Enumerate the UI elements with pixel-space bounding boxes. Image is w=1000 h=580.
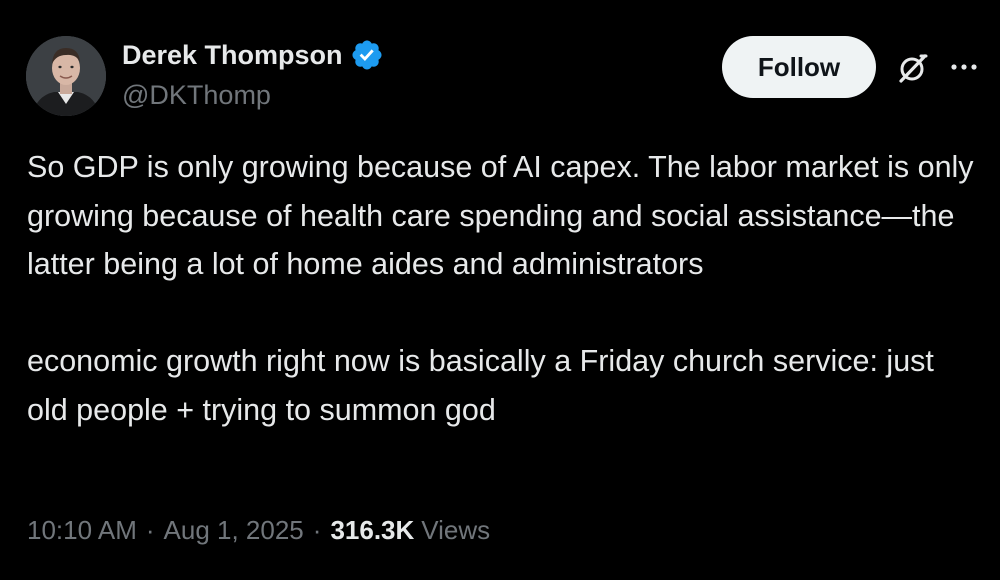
- author-display-name[interactable]: Derek Thompson: [122, 40, 343, 71]
- verified-badge-icon[interactable]: [350, 38, 384, 72]
- grok-icon[interactable]: [895, 50, 931, 86]
- tweet-body: So GDP is only growing because of AI cap…: [27, 143, 977, 434]
- tweet-date[interactable]: Aug 1, 2025: [164, 515, 304, 546]
- tweet-card: Derek Thompson @DKThomp Follow So GDP is…: [0, 0, 1000, 580]
- avatar-photo: [26, 36, 106, 116]
- follow-button[interactable]: Follow: [722, 36, 876, 98]
- author-handle[interactable]: @DKThomp: [122, 80, 271, 111]
- meta-separator: ·: [145, 515, 155, 545]
- meta-separator: ·: [312, 515, 322, 545]
- views-label: Views: [421, 515, 491, 545]
- tweet-paragraph-1: So GDP is only growing because of AI cap…: [27, 150, 974, 281]
- tweet-time[interactable]: 10:10 AM: [27, 515, 137, 546]
- views-count[interactable]: 316.3K: [330, 515, 414, 546]
- avatar[interactable]: [26, 36, 106, 116]
- author-name-row[interactable]: Derek Thompson: [122, 38, 384, 72]
- more-horizontal-icon[interactable]: [946, 52, 982, 82]
- tweet-meta: 10:10 AM · Aug 1, 2025 · 316.3K Views: [27, 515, 490, 546]
- tweet-paragraph-2: economic growth right now is basically a…: [27, 344, 934, 427]
